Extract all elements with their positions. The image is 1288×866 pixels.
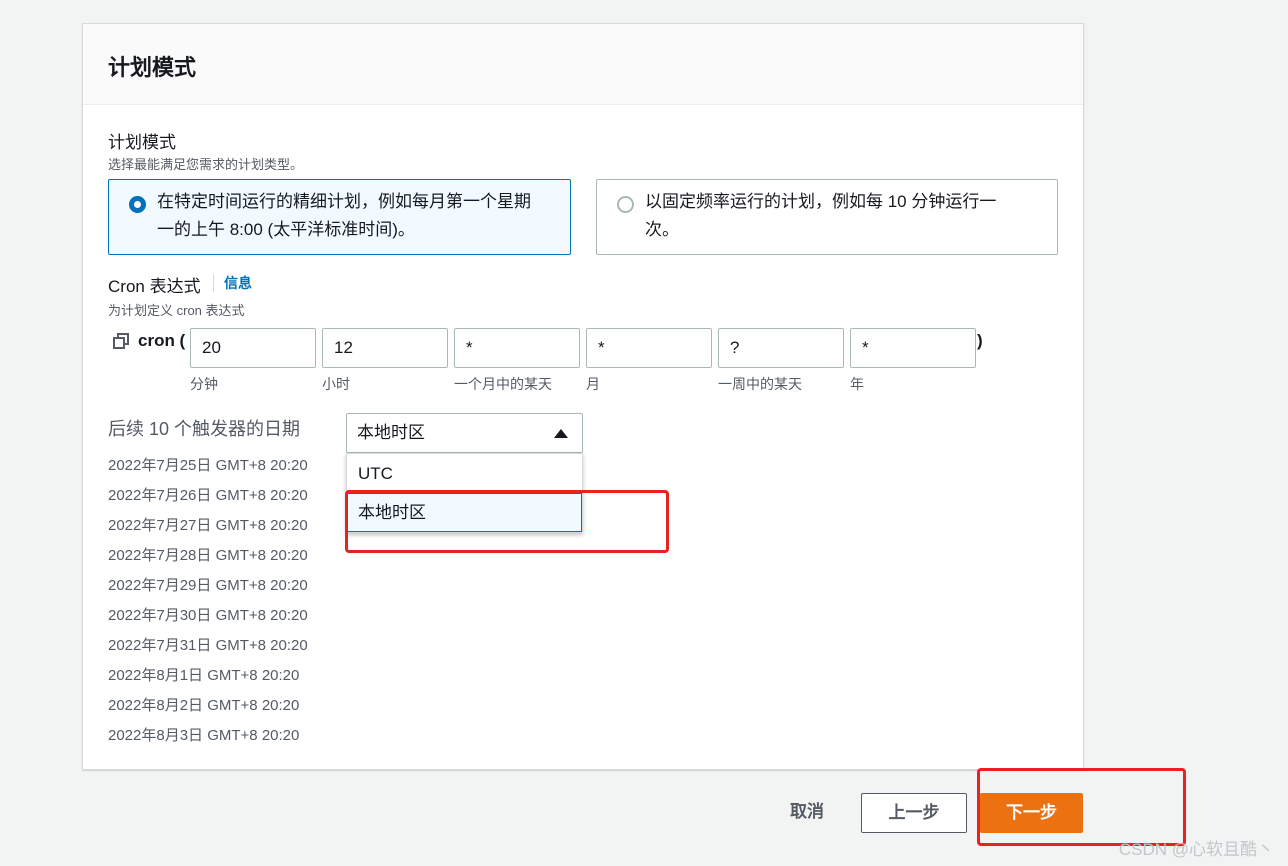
annotation-highlight-box — [345, 490, 669, 553]
timezone-select[interactable]: 本地时区 — [346, 413, 583, 453]
cron-prefix: cron ( — [138, 331, 186, 350]
tile-text: 以固定频率运行的计划，例如每 10 分钟运行一 次。 — [645, 192, 997, 239]
trigger-date-item: 2022年7月30日 GMT+8 20:20 — [108, 607, 308, 624]
tile-rate-schedule[interactable]: 以固定频率运行的计划，例如每 10 分钟运行一 次。 — [596, 179, 1058, 255]
next-button[interactable]: 下一步 — [980, 793, 1083, 833]
cron-month-caption: 月 — [586, 376, 600, 392]
schedule-pattern-description: 选择最能满足您需求的计划类型。 — [108, 157, 304, 172]
trigger-date-item: 2022年7月28日 GMT+8 20:20 — [108, 547, 308, 564]
cron-day-of-month-input[interactable]: * — [454, 328, 580, 368]
watermark: CSDN @心软且酷丶 — [1118, 840, 1274, 859]
cron-day-of-week-input[interactable]: ? — [718, 328, 844, 368]
cron-expression-label: Cron 表达式 — [108, 277, 201, 296]
tile-text: 在特定时间运行的精细计划，例如每月第一个星期 一的上午 8:00 (太平洋标准时… — [157, 192, 531, 239]
trigger-date-item: 2022年7月29日 GMT+8 20:20 — [108, 577, 308, 594]
cron-suffix: ) — [977, 331, 983, 350]
panel-title: 计划模式 — [108, 55, 197, 80]
cron-minutes-input[interactable]: 20 — [190, 328, 316, 368]
trigger-date-item: 2022年8月3日 GMT+8 20:20 — [108, 727, 300, 744]
cron-hours-input[interactable]: 12 — [322, 328, 448, 368]
schedule-pattern-label: 计划模式 — [108, 133, 176, 152]
cron-year-input[interactable]: * — [850, 328, 976, 368]
trigger-date-item: 2022年8月2日 GMT+8 20:20 — [108, 697, 300, 714]
cron-day-of-week-caption: 一周中的某天 — [718, 376, 802, 392]
trigger-date-item: 2022年7月26日 GMT+8 20:20 — [108, 487, 308, 504]
timezone-option-utc[interactable]: UTC — [347, 454, 582, 493]
trigger-date-item: 2022年7月25日 GMT+8 20:20 — [108, 457, 308, 474]
tile-fine-grained-schedule[interactable]: 在特定时间运行的精细计划，例如每月第一个星期 一的上午 8:00 (太平洋标准时… — [108, 179, 571, 255]
copy-icon[interactable] — [113, 333, 130, 355]
caret-up-icon — [554, 429, 568, 438]
timezone-selected-value: 本地时区 — [357, 423, 425, 442]
trigger-date-item: 2022年7月31日 GMT+8 20:20 — [108, 637, 308, 654]
trigger-date-item: 2022年7月27日 GMT+8 20:20 — [108, 517, 308, 534]
schedule-pattern-panel: 计划模式 计划模式 选择最能满足您需求的计划类型。 在特定时间运行的精细计划，例… — [82, 23, 1084, 770]
radio-selected-icon[interactable] — [129, 196, 146, 213]
cron-minutes-caption: 分钟 — [190, 376, 218, 392]
cron-year-caption: 年 — [850, 376, 864, 392]
cron-hours-caption: 小时 — [322, 376, 350, 392]
cancel-button[interactable]: 取消 — [774, 794, 840, 832]
previous-button[interactable]: 上一步 — [861, 793, 967, 833]
panel-header: 计划模式 — [83, 24, 1083, 105]
cron-month-input[interactable]: * — [586, 328, 712, 368]
cron-expression-description: 为计划定义 cron 表达式 — [108, 303, 245, 318]
cron-day-of-month-caption: 一个月中的某天 — [454, 376, 552, 392]
radio-unselected-icon[interactable] — [617, 196, 634, 213]
info-link[interactable]: 信息 — [213, 274, 252, 292]
trigger-date-item: 2022年8月1日 GMT+8 20:20 — [108, 667, 300, 684]
next-triggers-label: 后续 10 个触发器的日期 — [108, 419, 301, 439]
